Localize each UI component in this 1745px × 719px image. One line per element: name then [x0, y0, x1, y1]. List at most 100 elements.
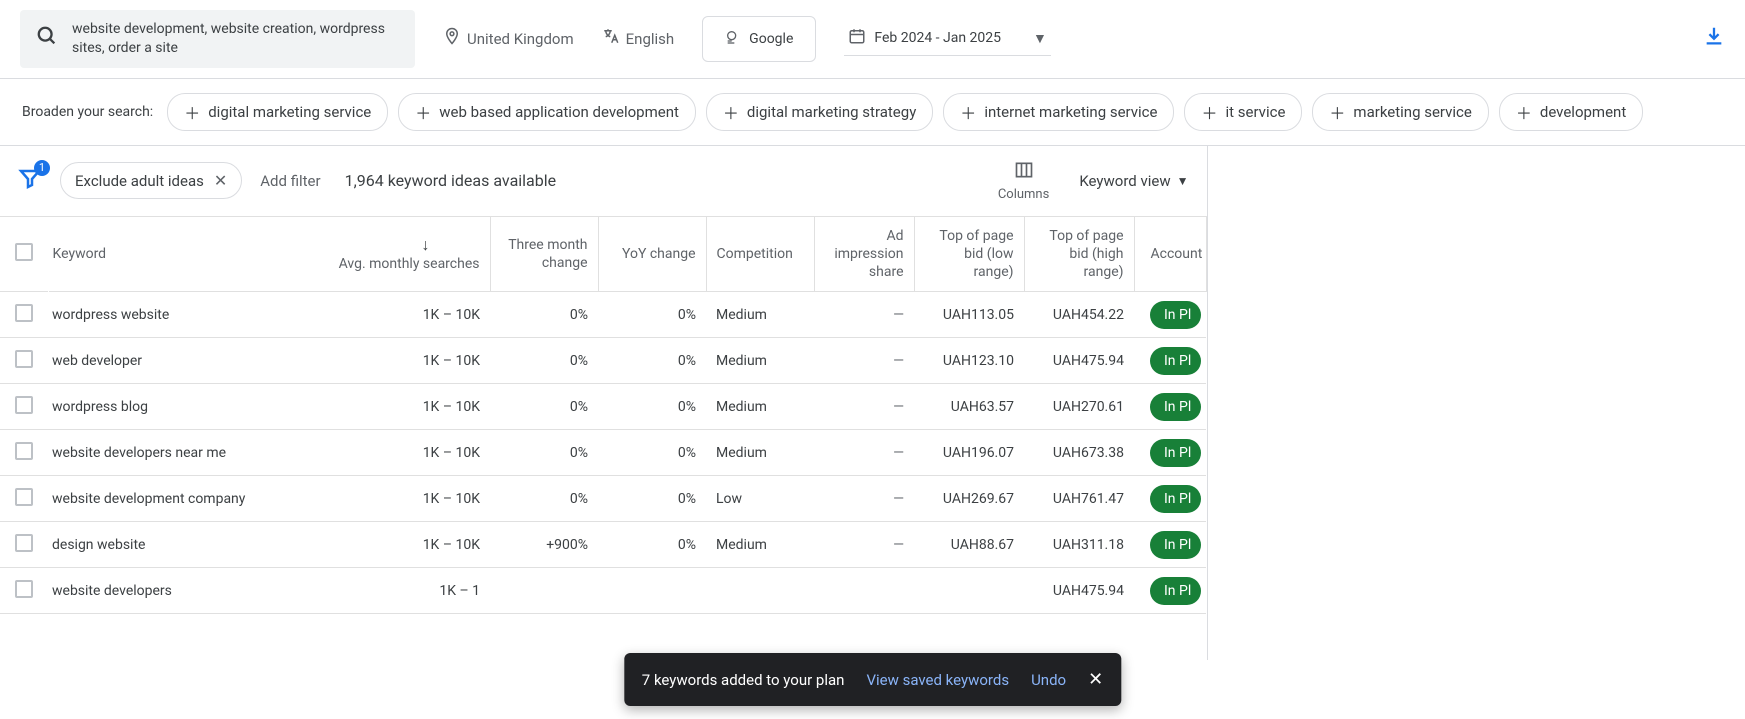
- cell-avg: 1K – 10K: [316, 430, 490, 476]
- cell-account: In Pl: [1134, 338, 1206, 384]
- table-header-row: Keyword ↓Avg. monthly searches Three mon…: [0, 216, 1206, 292]
- cell-account: In Pl: [1134, 568, 1206, 614]
- cell-ad-impression: —: [814, 522, 914, 568]
- row-checkbox[interactable]: [15, 580, 33, 598]
- download-button[interactable]: [1703, 25, 1725, 53]
- cell-keyword: wordpress website: [48, 292, 316, 338]
- cell-low-bid: [914, 568, 1024, 614]
- status-pill[interactable]: In Pl: [1150, 531, 1201, 559]
- network-icon: [725, 29, 741, 49]
- view-toggle[interactable]: Keyword view ▼: [1079, 172, 1188, 190]
- cell-account: In Pl: [1134, 476, 1206, 522]
- cell-yoy: 0%: [598, 522, 706, 568]
- cell-keyword: wordpress blog: [48, 384, 316, 430]
- col-header-competition[interactable]: Competition: [706, 216, 814, 292]
- row-checkbox[interactable]: [15, 442, 33, 460]
- col-header-ad-impression[interactable]: Ad impression share: [814, 216, 914, 292]
- cell-high-bid: UAH673.38: [1024, 430, 1134, 476]
- cell-three-month: [490, 568, 598, 614]
- row-checkbox[interactable]: [15, 350, 33, 368]
- col-header-keyword[interactable]: Keyword: [48, 216, 316, 292]
- cell-avg: 1K – 10K: [316, 384, 490, 430]
- cell-competition: Medium: [706, 430, 814, 476]
- table-row: wordpress blog 1K – 10K 0% 0% Medium — U…: [0, 384, 1206, 430]
- date-range-selector[interactable]: Feb 2024 - Jan 2025 ▼: [844, 21, 1051, 56]
- col-header-low-bid[interactable]: Top of page bid (low range): [914, 216, 1024, 292]
- add-filter-button[interactable]: Add filter: [260, 172, 320, 190]
- cell-yoy: 0%: [598, 476, 706, 522]
- row-checkbox[interactable]: [15, 304, 33, 322]
- cell-low-bid: UAH113.05: [914, 292, 1024, 338]
- view-saved-link[interactable]: View saved keywords: [866, 671, 1009, 689]
- filter-funnel-button[interactable]: 1: [18, 166, 42, 196]
- cell-high-bid: UAH761.47: [1024, 476, 1134, 522]
- suggestion-chip[interactable]: ＋internet marketing service: [943, 93, 1174, 131]
- cell-high-bid: UAH311.18: [1024, 522, 1134, 568]
- columns-label: Columns: [998, 187, 1050, 202]
- columns-button[interactable]: Columns: [998, 160, 1050, 202]
- table-row: website developers near me 1K – 10K 0% 0…: [0, 430, 1206, 476]
- suggestion-chip[interactable]: ＋digital marketing strategy: [706, 93, 933, 131]
- status-pill[interactable]: In Pl: [1150, 439, 1201, 467]
- status-pill[interactable]: In Pl: [1150, 347, 1201, 375]
- cell-three-month: 0%: [490, 338, 598, 384]
- network-selector[interactable]: Google: [702, 16, 816, 62]
- select-all-checkbox[interactable]: [15, 243, 33, 261]
- cell-ad-impression: —: [814, 292, 914, 338]
- broaden-bar: Broaden your search: ＋digital marketing …: [0, 79, 1745, 146]
- row-checkbox[interactable]: [15, 534, 33, 552]
- translate-icon: [602, 27, 620, 50]
- row-checkbox[interactable]: [15, 488, 33, 506]
- cell-keyword: website developers: [48, 568, 316, 614]
- location-selector[interactable]: United Kingdom: [443, 27, 574, 50]
- col-header-account[interactable]: Account: [1134, 216, 1206, 292]
- status-pill[interactable]: In Pl: [1150, 577, 1201, 605]
- plus-icon: ＋: [960, 100, 976, 124]
- suggestion-chip[interactable]: ＋development: [1499, 93, 1643, 131]
- toast-close-button[interactable]: ✕: [1088, 669, 1103, 690]
- cell-yoy: 0%: [598, 338, 706, 384]
- main-area: 1 Exclude adult ideas ✕ Add filter 1,964…: [0, 146, 1745, 660]
- cell-ad-impression: —: [814, 476, 914, 522]
- table-row: design website 1K – 10K +900% 0% Medium …: [0, 522, 1206, 568]
- language-selector[interactable]: English: [602, 27, 675, 50]
- filter-row: 1 Exclude adult ideas ✕ Add filter 1,964…: [0, 146, 1207, 216]
- close-icon[interactable]: ✕: [214, 171, 227, 190]
- suggestion-chip[interactable]: ＋web based application development: [398, 93, 696, 131]
- suggestion-chip[interactable]: ＋it service: [1184, 93, 1302, 131]
- cell-high-bid: UAH270.61: [1024, 384, 1134, 430]
- plus-icon: ＋: [1201, 100, 1217, 124]
- filter-badge: 1: [34, 160, 50, 176]
- broaden-label: Broaden your search:: [22, 104, 153, 120]
- cell-account: In Pl: [1134, 292, 1206, 338]
- active-filter-chip[interactable]: Exclude adult ideas ✕: [60, 162, 242, 199]
- cell-yoy: 0%: [598, 384, 706, 430]
- cell-account: In Pl: [1134, 522, 1206, 568]
- col-header-high-bid[interactable]: Top of page bid (high range): [1024, 216, 1134, 292]
- col-header-three-month[interactable]: Three month change: [490, 216, 598, 292]
- toolbar-right: Columns Keyword view ▼: [998, 160, 1189, 202]
- cell-keyword: design website: [48, 522, 316, 568]
- cell-avg: 1K – 10K: [316, 522, 490, 568]
- row-checkbox[interactable]: [15, 396, 33, 414]
- cell-ad-impression: —: [814, 384, 914, 430]
- topbar: website development, website creation, w…: [0, 0, 1745, 79]
- col-header-yoy[interactable]: YoY change: [598, 216, 706, 292]
- undo-link[interactable]: Undo: [1031, 671, 1066, 689]
- suggestion-chip[interactable]: ＋digital marketing service: [167, 93, 388, 131]
- status-pill[interactable]: In Pl: [1150, 393, 1201, 421]
- cell-competition: Medium: [706, 384, 814, 430]
- cell-avg: 1K – 10K: [316, 476, 490, 522]
- status-pill[interactable]: In Pl: [1150, 301, 1201, 329]
- cell-yoy: [598, 568, 706, 614]
- sort-desc-icon: ↓: [422, 235, 430, 255]
- suggestion-chip[interactable]: ＋marketing service: [1312, 93, 1488, 131]
- status-pill[interactable]: In Pl: [1150, 485, 1201, 513]
- cell-avg: 1K – 1: [316, 568, 490, 614]
- search-box[interactable]: website development, website creation, w…: [20, 10, 415, 68]
- cell-three-month: 0%: [490, 430, 598, 476]
- cell-competition: [706, 568, 814, 614]
- language-label: English: [626, 30, 675, 48]
- col-header-avg[interactable]: ↓Avg. monthly searches: [316, 216, 490, 292]
- cell-keyword: web developer: [48, 338, 316, 384]
